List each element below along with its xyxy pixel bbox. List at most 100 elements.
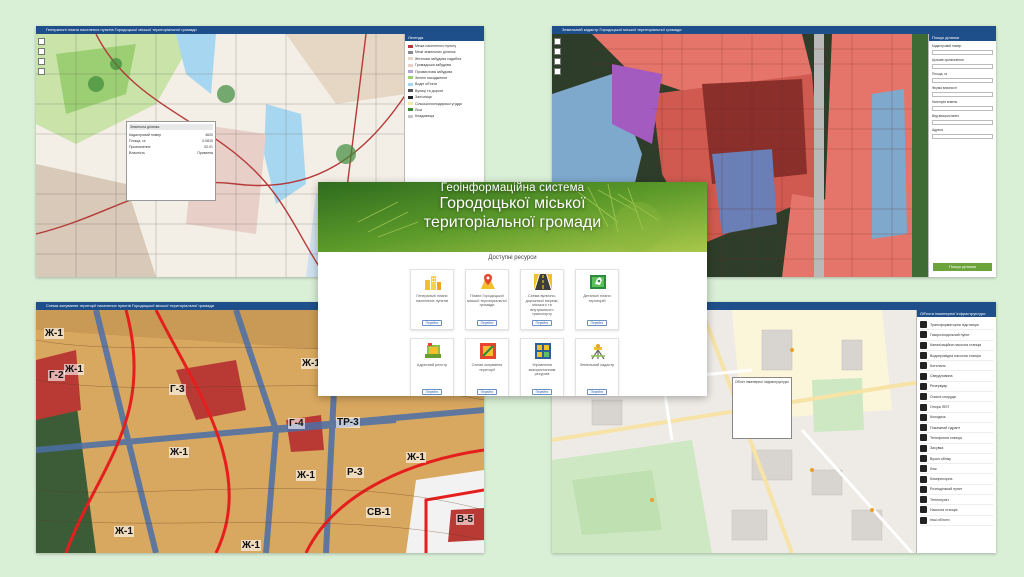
banner-title-line1: Городоцької міської <box>439 195 586 212</box>
ownership-select[interactable] <box>932 92 993 97</box>
banner-title-line2: територіальної громади <box>423 214 602 231</box>
address-input[interactable] <box>932 134 993 139</box>
address-register-icon <box>424 342 442 360</box>
zone-label: Ж-1 <box>406 452 426 463</box>
zone-label: Ж-1 <box>241 540 261 551</box>
resource-card-detailed-plans[interactable]: Детальні плани територій Перейти <box>575 269 619 330</box>
legend-item: Газорозподільний пункт <box>920 330 993 341</box>
card-label: Плани Городоцької міської територіальної… <box>467 294 507 308</box>
banner-subtitle: Геоінформаційна система <box>440 182 585 194</box>
card-label: Земельний кадастр <box>579 363 615 367</box>
resource-card-community-plans[interactable]: Плани Городоцької міської територіальної… <box>465 269 509 330</box>
legend-item: Очисні споруди <box>920 392 993 403</box>
zone-label: ТР-3 <box>336 417 360 428</box>
gis-portal-card: Геоінформаційна система Городоцької місь… <box>318 182 707 396</box>
map-pin-icon <box>479 273 497 291</box>
surveyor-icon <box>589 342 607 360</box>
legend-symbol-icon <box>920 331 927 339</box>
legend-item: Вулиці та дороги <box>408 89 481 93</box>
field-label: Кадастровий номер <box>932 44 962 48</box>
zoning-icon <box>479 342 497 360</box>
legend-symbol-icon <box>920 413 927 421</box>
panel-title: Пошук ділянки <box>929 34 996 41</box>
field-label: Цільове призначення <box>932 58 964 62</box>
open-button[interactable]: Перейти <box>422 389 442 395</box>
legend-symbol-icon <box>920 516 927 524</box>
zone-label: Г-2 <box>48 370 65 381</box>
detail-plan-icon <box>589 273 607 291</box>
legend-item: Кладовища <box>408 114 481 118</box>
zone-label: В-5 <box>456 514 475 525</box>
area-input[interactable] <box>932 78 993 83</box>
parcel-popup: Земельна ділянка Кадастровий номер 4620 П… <box>126 121 216 201</box>
card-label: Детальні плани територій <box>583 294 611 303</box>
legend-item: Межі земельних ділянок <box>408 50 481 54</box>
legend-title: Легенда <box>405 34 484 41</box>
zone-label: Ж-1 <box>44 328 64 339</box>
legend-item: Межа населеного пункту <box>408 44 481 48</box>
legend-item: Резервуар <box>920 382 993 393</box>
open-button[interactable]: Перейти <box>422 320 442 326</box>
parcel-search-panel[interactable]: Пошук ділянки Кадастровий номер Цільове … <box>928 34 996 277</box>
field-label: Площа, га <box>932 72 947 76</box>
legend-item: Насосна станція <box>920 505 993 516</box>
open-button[interactable]: Перейти <box>477 389 497 395</box>
usage-select[interactable] <box>932 120 993 125</box>
land-cadastre-title: Земельний кадастр Городоцької міської те… <box>552 26 996 34</box>
legend-symbol-icon <box>920 382 927 390</box>
resource-card-general-plans[interactable]: Генеральні плани населених пунктів Перей… <box>410 269 454 330</box>
legend-symbol-icon <box>920 506 927 514</box>
legend-symbol-icon <box>920 403 927 411</box>
legend-item: Люк <box>920 464 993 475</box>
resource-card-zoning[interactable]: Схеми зонування території Перейти <box>465 338 509 396</box>
card-label: Адресний реєстр <box>416 363 448 367</box>
open-button[interactable]: Перейти <box>532 320 552 326</box>
legend-symbol-icon <box>920 372 927 380</box>
popup-row: Призначення 02.01 <box>129 145 213 149</box>
legend-item: Пожежний гідрант <box>920 423 993 434</box>
legend-item: Котельня <box>920 361 993 372</box>
zone-label: Ж-1 <box>169 447 189 458</box>
resources-heading: Доступні ресурси <box>488 255 537 261</box>
field-label: Адреса <box>932 128 943 132</box>
map-tools[interactable] <box>554 38 561 75</box>
legend-item: Залізниця <box>408 95 481 99</box>
legend-item: Колодязь <box>920 413 993 423</box>
open-button[interactable]: Перейти <box>587 389 607 395</box>
category-select[interactable] <box>932 106 993 111</box>
zone-label: Ж-1 <box>296 470 316 481</box>
road-icon <box>534 273 552 291</box>
resource-card-address-register[interactable]: Адресний реєстр Перейти <box>410 338 454 396</box>
card-label: Генеральні плани населених пунктів <box>416 294 448 303</box>
zone-label: Р-3 <box>346 467 364 478</box>
legend-symbol-icon <box>920 321 927 329</box>
popup-title: Об'єкт інженерної інфраструктури <box>735 380 789 384</box>
purpose-select[interactable] <box>932 64 993 69</box>
legend-item: Свердловина <box>920 371 993 382</box>
map-tools[interactable] <box>38 38 45 75</box>
search-button[interactable]: Пошук ділянки <box>933 263 992 271</box>
resources-grid: Генеральні плани населених пунктів Перей… <box>410 269 619 396</box>
legend-item: Ліси <box>408 108 481 112</box>
resource-card-land-cadastre[interactable]: Земельний кадастр Перейти <box>575 338 619 396</box>
resources-icon <box>534 342 552 360</box>
open-button[interactable]: Перейти <box>587 320 607 326</box>
open-button[interactable]: Перейти <box>532 389 552 395</box>
legend-item: Житлова забудова садибна <box>408 57 481 61</box>
resource-card-resources[interactable]: Управління використанням ресурсів Перейт… <box>520 338 564 396</box>
field-label: Форма власності <box>932 86 957 90</box>
resource-card-road-network[interactable]: Схема вулично-дорожньої мережі, міського… <box>520 269 564 330</box>
legend-item: Громадська забудова <box>408 63 481 67</box>
open-button[interactable]: Перейти <box>477 320 497 326</box>
cadastral-number-input[interactable] <box>932 50 993 55</box>
legend-symbol-icon <box>920 362 927 370</box>
portal-banner: Геоінформаційна система Городоцької місь… <box>318 182 707 252</box>
legend-item: Розподільчий пункт <box>920 485 993 496</box>
legend-symbol-icon <box>920 485 927 493</box>
infrastructure-legend[interactable]: Об'єкти інженерної інфраструктури Трансф… <box>916 310 996 553</box>
legend-symbol-icon <box>920 341 927 349</box>
legend-symbol-icon <box>920 465 927 473</box>
legend-item: Теплопункт <box>920 495 993 506</box>
zone-label: Ж-1 <box>64 364 84 375</box>
zone-label: Г-4 <box>288 418 305 429</box>
